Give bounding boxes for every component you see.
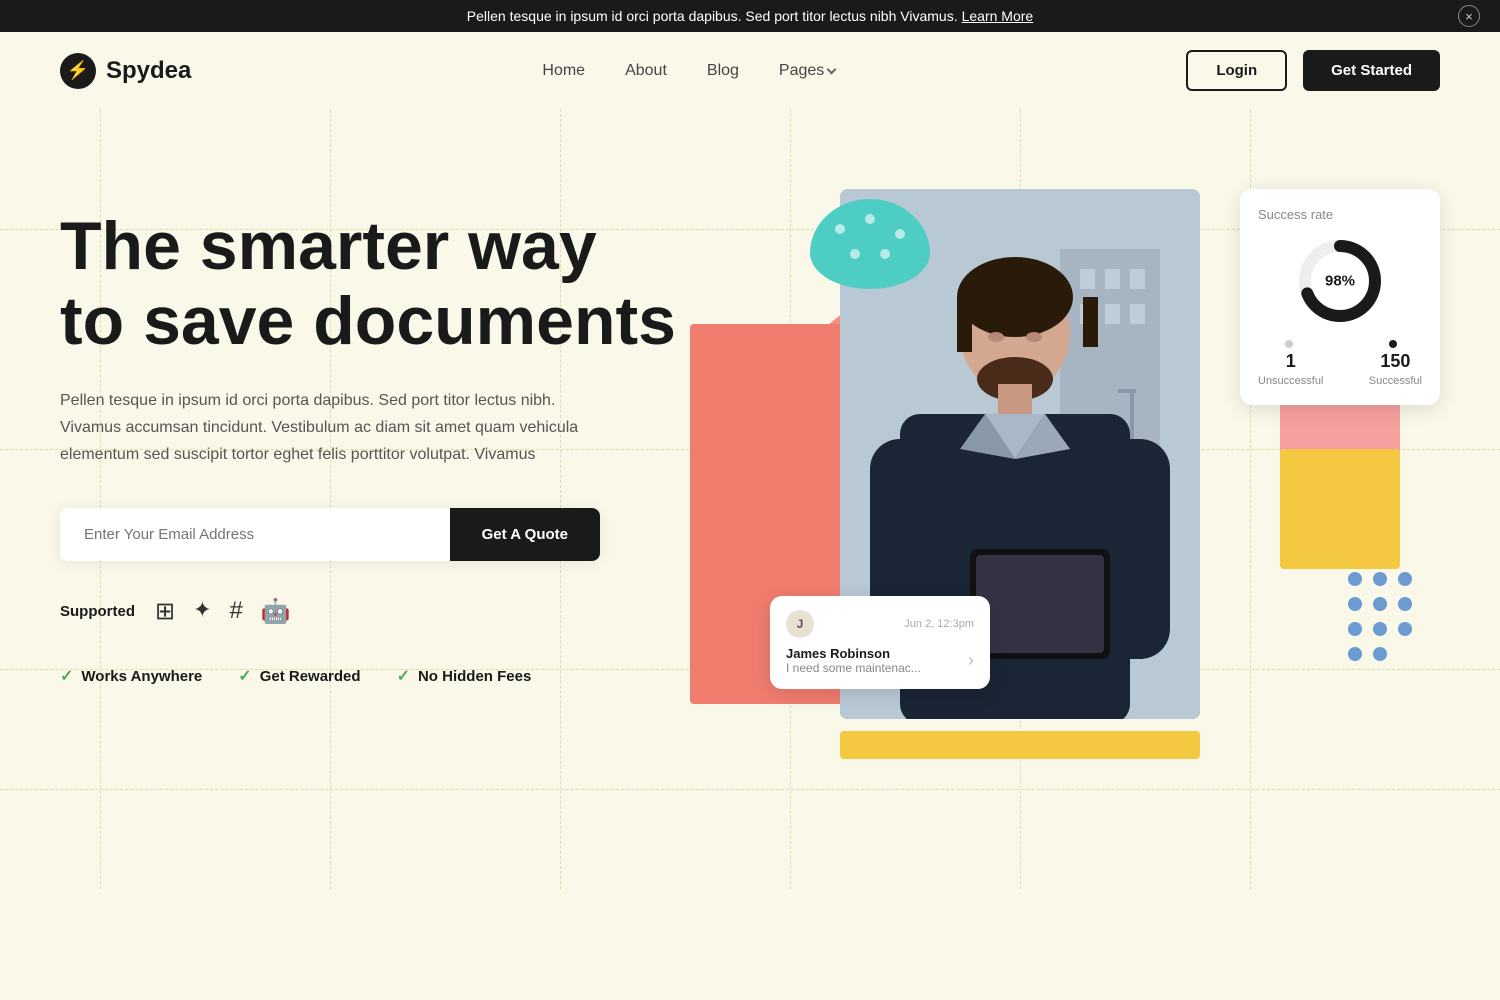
close-icon: × [1465, 9, 1473, 24]
success-card-title: Success rate [1258, 207, 1422, 222]
stat-successful: 150 Successful [1369, 340, 1422, 387]
nav-link-pages[interactable]: Pages [779, 62, 835, 80]
login-button[interactable]: Login [1186, 50, 1287, 91]
feature-no-hidden-fees: ✓ No Hidden Fees [397, 666, 532, 686]
message-card: J Jun 2, 12:3pm James Robinson I need so… [770, 596, 990, 689]
announcement-bar: Pellen tesque in ipsum id orci porta dap… [0, 0, 1500, 32]
logo[interactable]: ⚡ Spydea [60, 53, 191, 89]
dots-svg [1340, 564, 1420, 664]
deco-dots-group [1340, 564, 1420, 669]
nav-link-blog[interactable]: Blog [707, 62, 739, 79]
unsuccessful-label: Unsuccessful [1258, 375, 1323, 387]
email-input[interactable] [60, 508, 450, 561]
deco-yellow-bar [840, 731, 1200, 759]
blob-dots [810, 199, 930, 289]
msg-avatar: J [786, 610, 814, 638]
hashtag-icon: # [230, 597, 243, 626]
msg-sender-name: James Robinson [786, 646, 921, 661]
nav-item-pages[interactable]: Pages [779, 62, 835, 80]
close-button[interactable]: × [1458, 5, 1480, 27]
donut-chart: 98% [1295, 236, 1385, 326]
hero-title: The smarter way to save documents [60, 209, 740, 359]
logo-name: Spydea [106, 57, 191, 85]
lightning-icon: ⚡ [67, 60, 89, 81]
email-form: Get A Quote [60, 508, 600, 561]
nav-link-about[interactable]: About [625, 62, 667, 79]
deco-green-blob [810, 199, 930, 289]
get-started-button[interactable]: Get Started [1303, 50, 1440, 91]
hero-section: The smarter way to save documents Pellen… [0, 109, 1500, 889]
android-icon: 🤖 [261, 597, 291, 626]
supported-row: Supported ⊞ ✦ # 🤖 [60, 597, 740, 626]
nav-links: Home About Blog Pages [542, 62, 835, 80]
chevron-right-icon: › [968, 650, 974, 671]
check-icon: ✓ [60, 666, 73, 686]
success-rate-card: Success rate 98% 1 Unsuccessful [1240, 189, 1440, 405]
stat-dot-successful [1389, 340, 1397, 348]
nav-item-blog[interactable]: Blog [707, 62, 739, 80]
features-row: ✓ Works Anywhere ✓ Get Rewarded ✓ No Hid… [60, 666, 740, 686]
hero-subtitle: Pellen tesque in ipsum id orci porta dap… [60, 387, 600, 469]
quote-button[interactable]: Get A Quote [450, 508, 600, 561]
successful-label: Successful [1369, 375, 1422, 387]
msg-preview-text: I need some maintenac... [786, 661, 921, 675]
supported-icons: ⊞ ✦ # 🤖 [155, 597, 291, 626]
stat-unsuccessful: 1 Unsuccessful [1258, 340, 1323, 387]
hero-content: The smarter way to save documents Pellen… [60, 169, 740, 686]
announcement-text: Pellen tesque in ipsum id orci porta dap… [467, 8, 958, 24]
hero-visual: Success rate 98% 1 Unsuccessful [740, 169, 1440, 769]
chevron-down-icon [827, 64, 837, 74]
grid-line [0, 789, 1500, 790]
feature-label: Works Anywhere [81, 668, 202, 685]
msg-header: J Jun 2, 12:3pm [786, 610, 974, 638]
deco-yellow-rect [1280, 449, 1400, 569]
logo-icon: ⚡ [60, 53, 96, 89]
nav-link-home[interactable]: Home [542, 62, 585, 79]
nav-item-about[interactable]: About [625, 62, 667, 80]
supported-label: Supported [60, 603, 135, 620]
check-icon: ✓ [238, 666, 251, 686]
windows-icon: ⊞ [155, 597, 175, 626]
nav-item-home[interactable]: Home [542, 62, 585, 80]
feature-label: No Hidden Fees [418, 668, 531, 685]
navbar: ⚡ Spydea Home About Blog Pages Login Get… [0, 32, 1500, 109]
check-icon: ✓ [397, 666, 410, 686]
successful-count: 150 [1380, 351, 1410, 372]
dropbox-icon: ✦ [193, 597, 211, 626]
announcement-link[interactable]: Learn More [962, 8, 1034, 24]
unsuccessful-count: 1 [1286, 351, 1296, 372]
msg-body: James Robinson I need some maintenac... … [786, 646, 974, 675]
donut-center-label: 98% [1325, 273, 1355, 290]
feature-get-rewarded: ✓ Get Rewarded [238, 666, 360, 686]
feature-works-anywhere: ✓ Works Anywhere [60, 666, 202, 686]
feature-label: Get Rewarded [260, 668, 361, 685]
msg-time: Jun 2, 12:3pm [904, 618, 974, 630]
nav-actions: Login Get Started [1186, 50, 1440, 91]
success-stats: 1 Unsuccessful 150 Successful [1258, 340, 1422, 387]
stat-dot-unsuccessful [1285, 340, 1293, 348]
